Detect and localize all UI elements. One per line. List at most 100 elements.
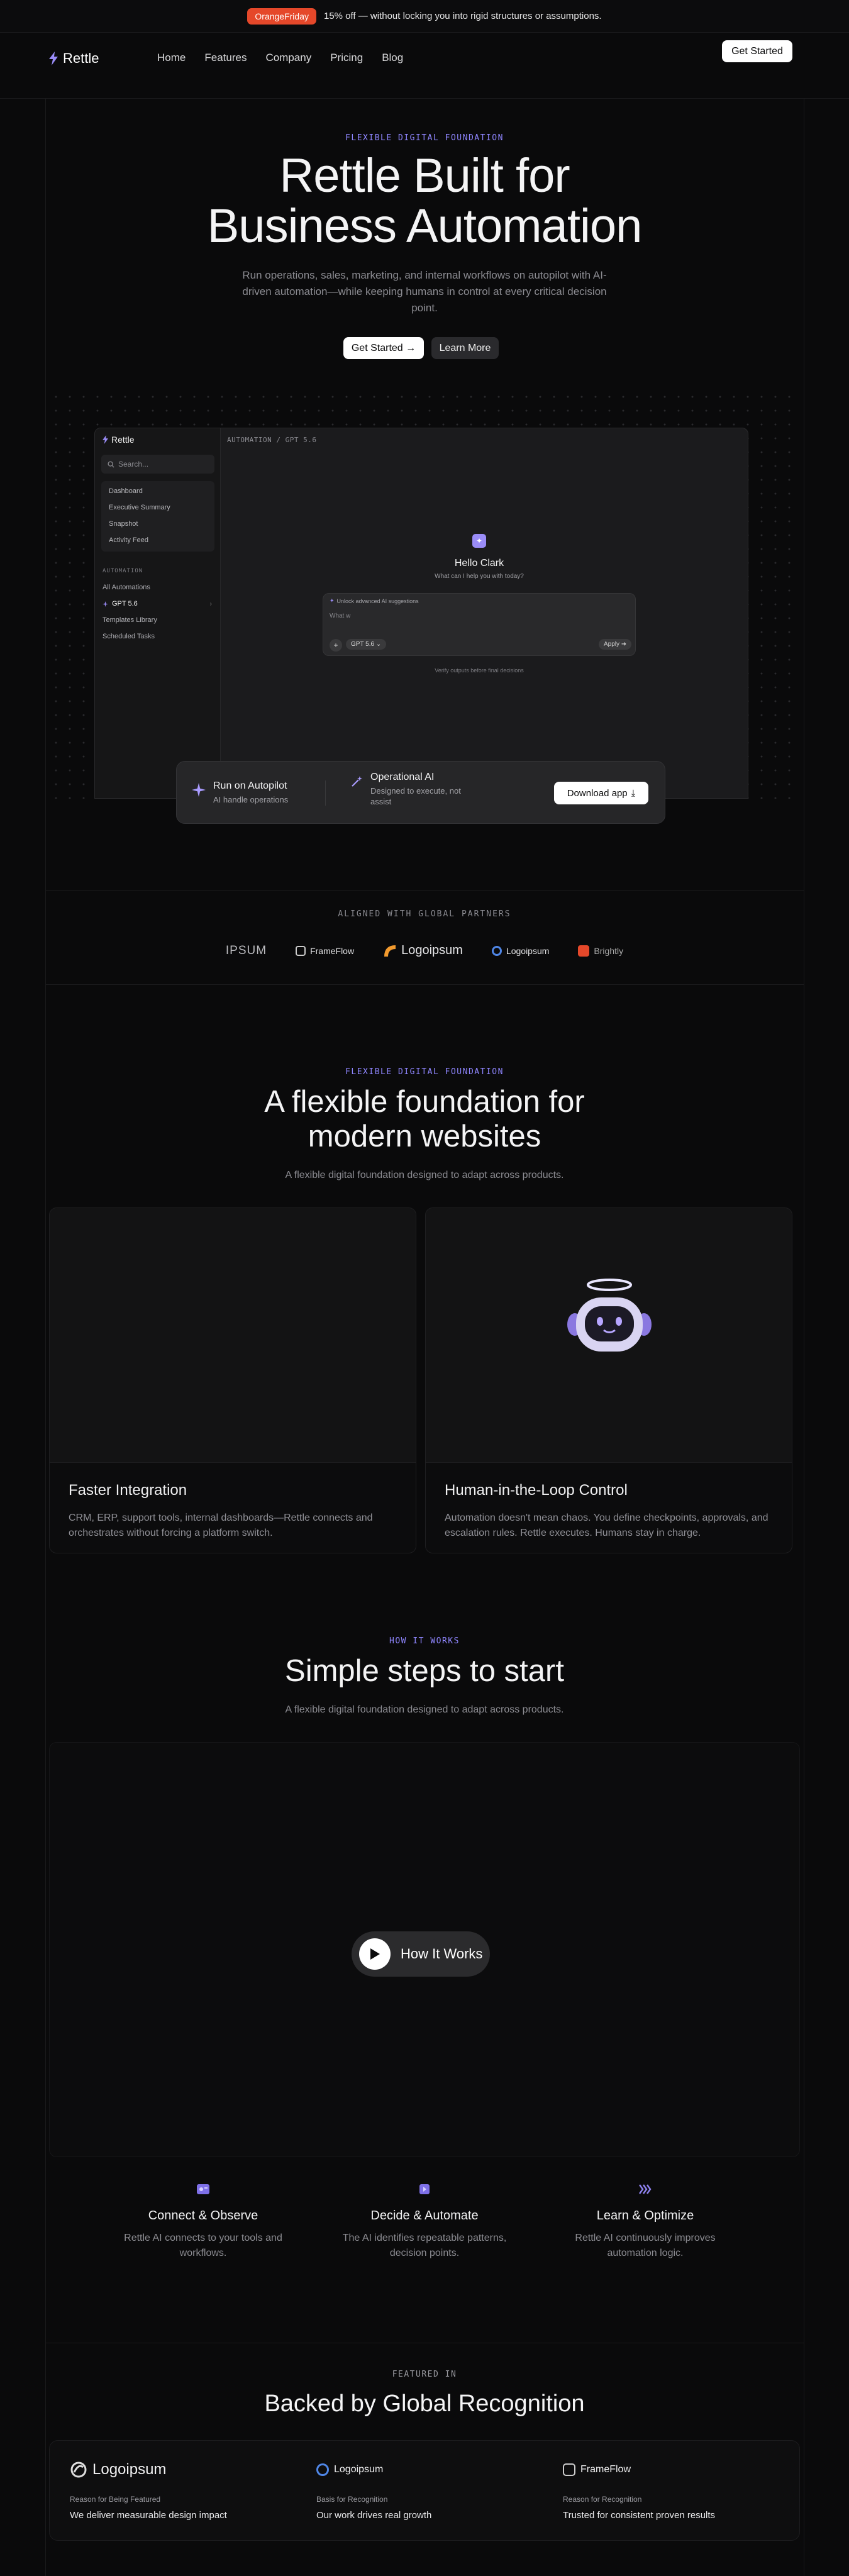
app-breadcrumb: AUTOMATION / GPT 5.6 — [227, 436, 317, 444]
model-selector[interactable]: GPT 5.6 ⌄ — [346, 639, 387, 650]
app-menu-item-executive-summary[interactable]: Executive Summary — [101, 500, 214, 516]
featured-label: Reason for Recognition — [563, 2495, 642, 2504]
app-sidebar: Rettle Search... Dashboard Executive Sum… — [95, 428, 221, 798]
feature-card: Human-in-the-Loop Control Automation doe… — [425, 1208, 792, 1553]
frameflow-icon — [563, 2463, 575, 2476]
featured-label: Reason for Being Featured — [70, 2495, 161, 2504]
download-icon: ⤓ — [631, 787, 636, 799]
app-menu-item-snapshot[interactable]: Snapshot — [101, 516, 214, 533]
app-list-label: GPT 5.6 — [112, 600, 138, 608]
partner-logo-text: Logoipsum — [401, 943, 463, 957]
featured-text: We deliver measurable design impact — [70, 2510, 227, 2521]
step-description: The AI identifies repeatable patterns, d… — [342, 2233, 507, 2258]
card-body: Human-in-the-Loop Control Automation doe… — [426, 1462, 792, 1553]
hero-subtitle: Run operations, sales, marketing, and in… — [242, 269, 607, 314]
foundation-eyebrow: FLEXIBLE DIGITAL FOUNDATION — [345, 1067, 504, 1077]
featured-item: FrameFlow Reason for Recognition Trusted… — [563, 2458, 802, 2521]
app-list-item-scheduled[interactable]: Scheduled Tasks — [103, 628, 216, 645]
featured-logo-text: Logoipsum — [92, 2461, 167, 2478]
step-title: Connect & Observe — [148, 2209, 258, 2223]
feature-autopilot: Run on Autopilot AI handle operations — [192, 780, 288, 805]
step-item: Learn & Optimize Rettle AI continuously … — [551, 2182, 740, 2261]
step-item: Decide & Automate The AI identifies repe… — [330, 2182, 519, 2261]
app-list-item-all[interactable]: All Automations — [103, 579, 216, 596]
feature-strip: Run on Autopilot AI handle operations Op… — [176, 761, 665, 824]
partner-logo: Logoipsum — [491, 945, 550, 956]
download-app-button[interactable]: Download app ⤓ — [554, 782, 648, 804]
featured-logo: Logoipsum — [70, 2458, 309, 2481]
app-menu-item-dashboard[interactable]: Dashboard — [101, 484, 214, 500]
download-app-label: Download app — [567, 787, 628, 799]
partner-logo-text: IPSUM — [225, 943, 267, 957]
partner-logo: FrameFlow — [296, 945, 354, 956]
get-started-button[interactable]: Get Started — [722, 40, 792, 62]
featured-logo-text: FrameFlow — [580, 2464, 631, 2475]
feature-card: Faster Integration CRM, ERP, support too… — [49, 1208, 416, 1553]
magic-wand-icon — [352, 776, 362, 787]
card-description: CRM, ERP, support tools, internal dashbo… — [69, 1513, 373, 1538]
app-brand: Rettle — [103, 435, 135, 445]
step-item: Connect & Observe Rettle AI connects to … — [109, 2182, 297, 2261]
nav-link-pricing[interactable]: Pricing — [330, 52, 363, 64]
featured-label: Basis for Recognition — [316, 2495, 388, 2504]
navbar: Rettle Home Features Company Pricing Blo… — [0, 33, 849, 99]
nav-link-features[interactable]: Features — [204, 52, 247, 64]
app-list-label: Templates Library — [103, 616, 157, 624]
feature-autopilot-desc: AI handle operations — [213, 795, 289, 804]
chevron-right-icon: › — [209, 600, 212, 608]
chat-banner-text: Unlock advanced AI suggestions — [336, 597, 419, 604]
hero-title: Rettle Built for Business Automation — [0, 151, 849, 252]
partner-logo-text: Logoipsum — [506, 945, 550, 956]
app-search-input[interactable]: Search... — [101, 455, 214, 474]
card-description: Automation doesn't mean chaos. You defin… — [445, 1513, 769, 1538]
divider — [45, 890, 804, 891]
featured-text: Our work drives real growth — [316, 2510, 432, 2521]
frameflow-icon — [296, 945, 306, 956]
hero-get-started-button[interactable]: Get Started → — [343, 337, 424, 359]
hero-title-line: Business Automation — [207, 199, 643, 253]
apply-button[interactable]: Apply ➜ — [599, 639, 632, 650]
how-eyebrow: HOW IT WORKS — [389, 1636, 460, 1646]
app-list-item-gpt[interactable]: GPT 5.6 › — [103, 596, 216, 612]
how-subtitle: A flexible digital foundation designed t… — [285, 1704, 564, 1715]
feature-operational-desc: Designed to execute, not assist — [370, 786, 461, 806]
brand-logo[interactable]: Rettle — [49, 50, 99, 67]
search-placeholder: Search... — [118, 460, 149, 469]
learn-more-button[interactable]: Learn More — [431, 337, 499, 359]
app-preview: Rettle Search... Dashboard Executive Sum… — [94, 428, 748, 799]
app-list-item-templates[interactable]: Templates Library — [103, 612, 216, 628]
sparkle-icon: ✦ — [330, 597, 335, 604]
card-image — [50, 1208, 416, 1462]
chat-input[interactable]: What w — [330, 613, 350, 619]
automate-icon — [418, 2182, 431, 2196]
assistant-icon: ✦ — [472, 534, 486, 548]
featured-text: Trusted for consistent proven results — [563, 2510, 716, 2521]
card-image — [426, 1208, 792, 1462]
app-menu: Dashboard Executive Summary Snapshot Act… — [101, 481, 214, 552]
announcement-text: 15% off — without locking you into rigid… — [323, 11, 602, 21]
partner-logos: IPSUM FrameFlow Logoipsum Logoipsum Brig… — [0, 943, 849, 958]
play-button[interactable]: How It Works — [352, 1931, 490, 1977]
app-hint: Verify outputs before final decisions — [435, 667, 524, 674]
divider — [325, 780, 326, 806]
app-section-label: AUTOMATION — [103, 568, 143, 574]
plus-icon[interactable]: + — [330, 639, 342, 652]
nav-link-company[interactable]: Company — [265, 52, 311, 64]
optimize-icon — [638, 2182, 652, 2196]
app-menu-item-activity-feed[interactable]: Activity Feed — [101, 533, 214, 549]
foundation-subtitle: A flexible digital foundation designed t… — [285, 1170, 564, 1180]
featured-logo-text: Logoipsum — [334, 2464, 384, 2475]
step-title: Learn & Optimize — [596, 2209, 694, 2223]
nav-links: Home Features Company Pricing Blog — [157, 52, 403, 64]
bolt-icon — [103, 435, 108, 444]
logoipsum-icon — [384, 945, 396, 957]
model-label: GPT 5.6 — [351, 641, 375, 648]
promo-badge[interactable]: OrangeFriday — [247, 8, 316, 25]
sparkle-icon — [103, 601, 108, 607]
foundation-title: A flexible foundation for modern website… — [0, 1085, 849, 1154]
nav-link-home[interactable]: Home — [157, 52, 186, 64]
featured-panel: Logoipsum Reason for Being Featured We d… — [49, 2440, 800, 2541]
foundation-title-line: modern websites — [308, 1119, 541, 1153]
video-player[interactable]: How It Works — [49, 1742, 800, 2157]
nav-link-blog[interactable]: Blog — [382, 52, 403, 64]
